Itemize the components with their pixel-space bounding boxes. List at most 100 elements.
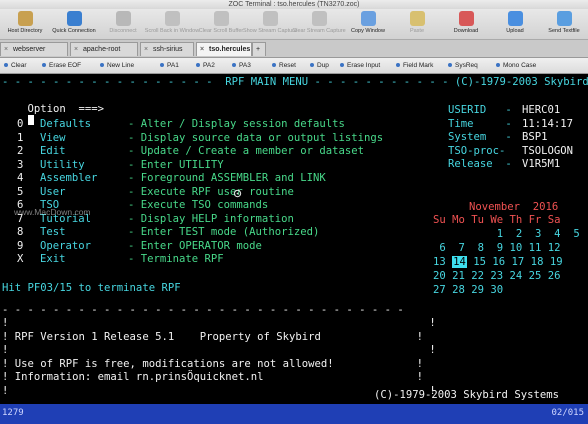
plug-icon (115, 11, 131, 26)
key-dot-icon (42, 63, 46, 68)
key-dot-icon (448, 63, 452, 68)
key-label: Field Mark (403, 62, 434, 69)
info-box-line: ! ! (2, 344, 436, 356)
key-dot-icon (340, 63, 344, 68)
key-field-mark[interactable]: Field Mark (396, 60, 433, 71)
menu-item-exit[interactable]: Exit (40, 253, 66, 265)
key-reset[interactable]: Reset (272, 60, 296, 71)
exit-hint: Hit PF03/15 to terminate RPF (2, 282, 181, 294)
menu-desc: - Display HELP information (128, 212, 294, 225)
calendar-week: 13 14 15 16 17 18 19 (433, 256, 563, 268)
tab-tso-hercules[interactable]: × tso.hercules (196, 42, 252, 56)
info-box-top: - - - - - - - - - - - - - - - - - - - - … (2, 304, 404, 316)
close-icon[interactable]: × (144, 43, 148, 57)
key-label: PA3 (239, 62, 251, 69)
toolbar-label: Send Textfile (548, 28, 580, 34)
menu-item-defaults[interactable]: Defaults (40, 118, 91, 130)
window-title: ZOC Terminal : tso.hercules (TN3270.zoc) (0, 0, 588, 9)
menu-key[interactable]: 3 (17, 159, 23, 171)
send-textfile-button[interactable]: Send Textfile (535, 10, 588, 38)
toolbar-label: Upload (506, 28, 524, 34)
menu-item-user[interactable]: User (40, 186, 66, 198)
key-label: Erase Input (347, 62, 381, 69)
key-dot-icon (160, 63, 164, 68)
key-sysreq[interactable]: SysReq (448, 60, 478, 71)
key-dot-icon (310, 63, 314, 68)
menu-key[interactable]: X (17, 253, 23, 265)
menu-item-utility[interactable]: Utility (40, 159, 85, 171)
upload-icon (507, 11, 523, 26)
key-clear[interactable]: Clear (4, 60, 27, 71)
info-label: USERID - (448, 104, 512, 116)
copyright-footer: (C)-1979-2003 Skybird Systems (374, 389, 559, 401)
toolbar-label: Show Stream Capture (242, 28, 298, 34)
key-label: SysReq (455, 62, 478, 69)
menu-desc: - Enter UTILITY (128, 158, 224, 171)
menu-desc: - Alter / Display session defaults (128, 118, 345, 130)
tab-ssh-sirius[interactable]: × ssh-sirius (140, 42, 194, 56)
key-label: Clear (11, 62, 27, 69)
key-dot-icon (196, 63, 200, 68)
menu-key[interactable]: 2 (17, 145, 23, 157)
mouse-pointer-icon (233, 189, 242, 198)
key-new-line[interactable]: New Line (100, 60, 134, 71)
close-icon[interactable]: × (200, 43, 204, 57)
menu-item-test[interactable]: Test (40, 226, 66, 238)
key-label: PA2 (203, 62, 215, 69)
info-value: TSOLOGON (522, 144, 574, 157)
menu-desc: - Execute TSO commands (128, 199, 269, 211)
menu-item-assembler[interactable]: Assembler (40, 172, 97, 184)
key-erase-eof[interactable]: Erase EOF (42, 60, 81, 71)
calendar-today[interactable]: 14 (452, 256, 467, 268)
key-dot-icon (232, 63, 236, 68)
info-box-line: ! ! (2, 317, 436, 329)
menu-key[interactable]: 9 (17, 240, 23, 252)
menu-key[interactable]: 0 (17, 118, 23, 130)
menu-key[interactable]: 1 (17, 132, 23, 144)
toolbar-label: Clear Scroll Buffer (198, 28, 244, 34)
key-dot-icon (396, 63, 400, 68)
key-pa3[interactable]: PA3 (232, 60, 251, 71)
copy-icon (360, 11, 376, 26)
calendar-week: 6 7 8 9 10 11 12 (433, 242, 561, 254)
status-position: 1279 (2, 408, 24, 418)
key-erase-input[interactable]: Erase Input (340, 60, 380, 71)
key-pa1[interactable]: PA1 (160, 60, 179, 71)
calendar-week: 27 28 29 30 (433, 284, 504, 296)
menu-desc: - Foreground ASSEMBLER and LINK (128, 172, 326, 184)
info-value: HERC01 (522, 104, 561, 116)
capture-clear-icon (311, 11, 327, 26)
calendar-weekdays: Su Mo Tu We Th Fr Sa (433, 214, 561, 226)
info-box-line: ! Information: email rn.prinsÖquicknet.n… (2, 371, 423, 383)
menu-key[interactable]: 5 (17, 186, 23, 198)
close-icon[interactable]: × (4, 43, 8, 57)
menu-key[interactable]: 8 (17, 226, 23, 238)
menu-item-edit[interactable]: Edit (40, 145, 66, 157)
key-dot-icon (496, 63, 500, 68)
menu-item-view[interactable]: View (40, 132, 66, 144)
tab-label: tso.hercules (209, 46, 251, 53)
menu-key[interactable]: 4 (17, 172, 23, 184)
option-label: Option ===> (27, 103, 105, 115)
key-pa2[interactable]: PA2 (196, 60, 215, 71)
info-label: Release - (448, 158, 512, 170)
tab-label: ssh-sirius (153, 46, 183, 53)
info-value: 11:14:17 (522, 117, 574, 130)
menu-item-operator[interactable]: Operator (40, 240, 91, 252)
screen-header: - - - - - - - - - - - - - - - - - RPF MA… (2, 76, 588, 88)
new-tab-button[interactable]: + (252, 42, 266, 56)
menu-desc: - Enter OPERATOR mode (128, 239, 262, 252)
info-value: V1R5M1 (522, 158, 561, 170)
key-mono-case[interactable]: Mono Case (496, 60, 536, 71)
tab-webserver[interactable]: × webserver (0, 42, 68, 56)
key-label: Mono Case (503, 62, 537, 69)
tab-apache-root[interactable]: × apache-root (70, 42, 138, 56)
terminal-screen[interactable]: - - - - - - - - - - - - - - - - - RPF MA… (0, 74, 588, 404)
book-icon (17, 11, 33, 26)
key-label: Dup (317, 62, 329, 69)
toolbar-label: Paste (409, 28, 425, 34)
text-cursor (27, 115, 34, 125)
key-dup[interactable]: Dup (310, 60, 329, 71)
info-box-line: ! ! (2, 384, 436, 397)
close-icon[interactable]: × (74, 43, 78, 57)
